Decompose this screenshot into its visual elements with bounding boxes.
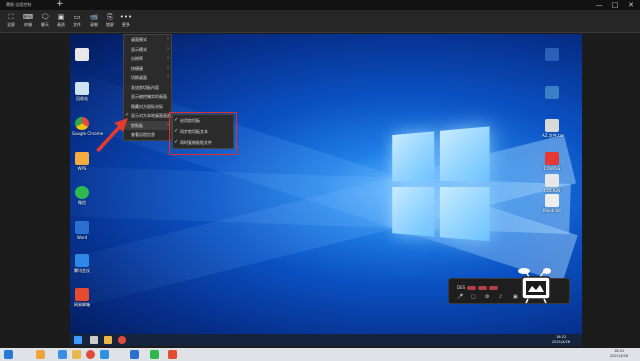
- wechat-icon: [75, 186, 89, 199]
- new-tab-button[interactable]: +: [56, 0, 64, 10]
- screen-icon[interactable]: ▢: [471, 294, 476, 300]
- chrome-icon[interactable]: [118, 336, 126, 344]
- chevron-right-icon: ›: [167, 74, 169, 80]
- menu-item-live-view[interactable]: 显示被控端实时画面: [124, 92, 171, 102]
- image-file-icon: [545, 86, 559, 99]
- desktop-icon[interactable]: AZ.文件.tar: [542, 119, 564, 139]
- tv-mascot-icon: [518, 268, 551, 304]
- desktop-icon[interactable]: CDCIGN: [542, 174, 562, 193]
- folder-icon[interactable]: [72, 350, 81, 359]
- chrome-icon[interactable]: [86, 350, 95, 359]
- chevron-right-icon: ›: [167, 45, 169, 52]
- mail-icon: [75, 288, 89, 301]
- desktop-icon[interactable]: Word: [72, 221, 92, 240]
- wechat-icon[interactable]: [150, 350, 159, 359]
- remote-toolbar: ⛶ 全屏 ⌨ 终端 🗨 聊天 ▣ 画质 ▭ 文件 📹 录制 ⎘ 锁屏 ••• 更…: [0, 10, 640, 33]
- quality-icon: ▣: [57, 13, 65, 21]
- word-icon[interactable]: [130, 350, 139, 359]
- menu-item-shortcuts[interactable]: 快捷键 ›: [124, 64, 171, 74]
- keyboard-icon: ⌨: [22, 13, 34, 21]
- desktop-icon[interactable]: Google Chrome: [72, 117, 103, 136]
- remote-clock: 16:22 2021/4/26: [552, 335, 570, 344]
- desktop-icon[interactable]: 腾讯会议: [72, 254, 92, 274]
- terminal-button[interactable]: ⌨ 终端: [20, 13, 36, 28]
- menu-item-resolution[interactable]: 分辨率 ›: [124, 54, 171, 64]
- edge-icon[interactable]: [100, 350, 109, 359]
- menu-item-switch-desktop[interactable]: 切换桌面 ›: [124, 73, 171, 83]
- desktop-icon[interactable]: [72, 48, 92, 62]
- chevron-right-icon: ›: [167, 55, 169, 61]
- folder-icon[interactable]: [104, 336, 112, 344]
- audio-icon[interactable]: ♪: [499, 294, 502, 300]
- more-icon: •••: [119, 13, 133, 21]
- archive-icon: [545, 119, 559, 132]
- host-clock: 16:22 2021/4/26: [610, 349, 628, 358]
- more-button[interactable]: ••• 更多: [118, 13, 134, 28]
- menu-item-send-clipboard[interactable]: 发送剪切板内容: [124, 83, 171, 93]
- desktop-icon[interactable]: 微信: [72, 186, 92, 206]
- document-icon: [545, 174, 559, 187]
- record-button[interactable]: 📹 录制: [86, 13, 102, 28]
- desktop-icon[interactable]: 回收站: [72, 82, 92, 102]
- close-button[interactable]: ✕: [624, 0, 638, 10]
- remote-desktop[interactable]: 回收站 Google Chrome WPS 微信 Word 腾讯会议 网易邮箱 …: [70, 34, 582, 346]
- chevron-right-icon: ›: [167, 64, 169, 71]
- app-icon[interactable]: [36, 350, 45, 359]
- file-icon: ▭: [73, 13, 81, 21]
- maximize-button[interactable]: □: [608, 0, 622, 10]
- fullscreen-icon: ⛶: [8, 13, 14, 21]
- pdf-icon: [545, 152, 559, 165]
- highlight-box: [169, 112, 237, 155]
- wps-icon: [75, 152, 89, 165]
- menu-item-display-mode[interactable]: 显示模式 ›: [124, 45, 171, 55]
- settings-icon[interactable]: ⚙: [485, 294, 489, 300]
- lock-button[interactable]: ⎘ 锁屏: [102, 13, 118, 28]
- text-file-icon: [545, 194, 559, 207]
- chevron-right-icon: ›: [167, 36, 169, 42]
- desktop-icon[interactable]: [542, 86, 562, 100]
- minimize-button[interactable]: —: [592, 0, 606, 10]
- menu-item-hide-cursor[interactable]: 隐藏对方鼠标光标: [124, 102, 171, 112]
- search-icon[interactable]: [90, 336, 98, 344]
- desktop-icon[interactable]: WPS: [72, 152, 92, 171]
- camera-icon: 📹: [89, 13, 99, 21]
- word-file-icon: [545, 48, 559, 61]
- start-icon[interactable]: [4, 350, 13, 359]
- file-button[interactable]: ▭ 文件: [69, 13, 85, 28]
- remote-taskbar: 16:22 2021/4/26: [70, 334, 582, 346]
- quality-button[interactable]: ▣ 画质: [53, 13, 69, 28]
- remote-id: DES: [457, 285, 499, 290]
- fullscreen-button[interactable]: ⛶ 全屏: [3, 13, 19, 28]
- chat-icon: 🗨: [40, 13, 50, 21]
- start-icon[interactable]: [74, 336, 82, 344]
- recycle-bin-icon: [75, 82, 89, 95]
- app-title: 鹰眼·远程控制: [6, 2, 32, 7]
- windows-logo: [392, 126, 492, 246]
- desktop-icon[interactable]: 网易邮箱: [72, 288, 92, 308]
- word-icon: [75, 221, 89, 234]
- annotation-arrow-icon: [96, 118, 128, 152]
- desktop-icon[interactable]: CDVRSS: [542, 152, 562, 171]
- meeting-icon: [75, 254, 89, 267]
- file-icon: [75, 48, 89, 61]
- chat-button[interactable]: 🗨 聊天: [37, 13, 53, 28]
- chrome-icon: [75, 117, 89, 130]
- menu-item-desktop-mode[interactable]: 桌面模式 ›: [124, 35, 171, 45]
- desktop-icon[interactable]: Blank.txt: [542, 194, 562, 213]
- app-icon[interactable]: [58, 350, 67, 359]
- mail-icon[interactable]: [168, 350, 177, 359]
- microphone-icon[interactable]: 🎤: [457, 294, 463, 300]
- host-taskbar: 16:22 2021/4/26: [0, 348, 640, 361]
- desktop-icon[interactable]: [542, 48, 562, 62]
- lock-icon: ⎘: [107, 13, 113, 21]
- app-titlebar: 鹰眼·远程控制 + — □ ✕: [0, 0, 640, 10]
